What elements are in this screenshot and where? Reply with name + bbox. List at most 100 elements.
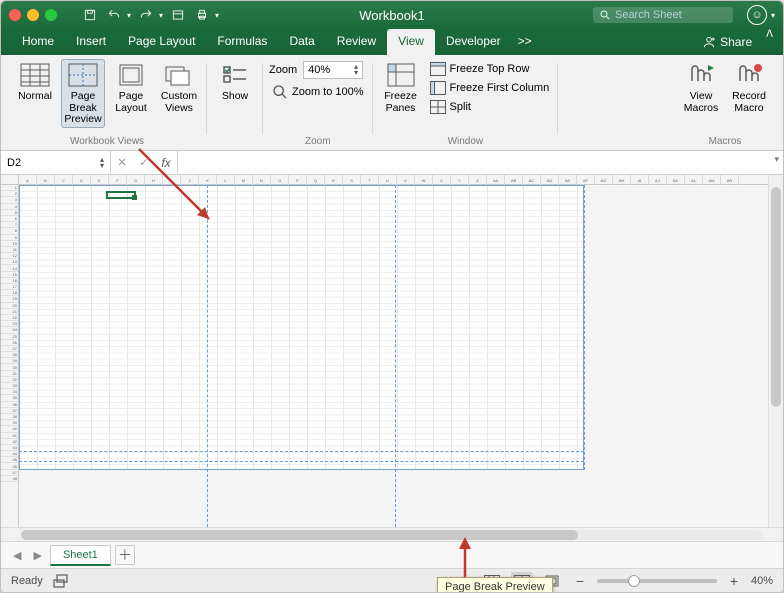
print-icon[interactable] xyxy=(193,6,211,24)
column-header[interactable]: AG xyxy=(595,175,613,185)
row-header[interactable]: 48 xyxy=(1,476,18,482)
column-header[interactable]: S xyxy=(343,175,361,185)
tab-insert[interactable]: Insert xyxy=(65,29,117,55)
zoom-100-button[interactable]: Zoom to 100% xyxy=(269,83,367,101)
column-header[interactable]: AC xyxy=(523,175,541,185)
column-header[interactable]: M xyxy=(235,175,253,185)
column-header[interactable]: AJ xyxy=(649,175,667,185)
worksheet-area[interactable]: ABCDEFGHIJKLMNOPQRSTUVWXYZAAABACADAEAFAG… xyxy=(1,175,783,541)
freeze-first-column-button[interactable]: Freeze First Column xyxy=(427,80,553,96)
tabs-overflow-button[interactable]: >> xyxy=(512,29,538,55)
close-window-button[interactable] xyxy=(9,9,21,21)
column-header[interactable]: C xyxy=(55,175,73,185)
freeze-panes-button[interactable]: Freeze Panes xyxy=(379,59,423,116)
column-header[interactable]: H xyxy=(145,175,163,185)
page-break-horizontal-2[interactable] xyxy=(19,461,584,462)
next-sheet-button[interactable]: ▶︎ xyxy=(29,549,45,562)
sheet-tab-sheet1[interactable]: Sheet1 xyxy=(50,545,111,566)
column-header[interactable]: G xyxy=(127,175,145,185)
save-icon[interactable] xyxy=(81,6,99,24)
column-header[interactable]: AN xyxy=(721,175,739,185)
column-header[interactable]: Q xyxy=(307,175,325,185)
redo-icon[interactable] xyxy=(137,6,155,24)
column-header[interactable]: K xyxy=(199,175,217,185)
insert-function-button[interactable]: fx xyxy=(155,156,177,170)
column-header[interactable]: U xyxy=(379,175,397,185)
column-header[interactable]: X xyxy=(433,175,451,185)
collapse-ribbon-button[interactable]: ᐱ xyxy=(766,29,773,55)
column-header[interactable]: E xyxy=(91,175,109,185)
row-headers[interactable]: 1234567891011121314151617181920212223242… xyxy=(1,185,19,527)
vertical-scrollbar-thumb[interactable] xyxy=(771,187,781,407)
column-header[interactable]: N xyxy=(253,175,271,185)
show-button[interactable]: Show xyxy=(213,59,257,105)
column-headers[interactable]: ABCDEFGHIJKLMNOPQRSTUVWXYZAAABACADAEAFAG… xyxy=(19,175,768,185)
column-header[interactable]: I xyxy=(163,175,181,185)
macro-record-status-icon[interactable] xyxy=(53,574,69,588)
zoom-input[interactable]: 40% ▴▾ xyxy=(303,61,363,79)
tab-review[interactable]: Review xyxy=(326,29,387,55)
zoom-out-button[interactable]: − xyxy=(571,573,589,589)
column-header[interactable]: L xyxy=(217,175,235,185)
minimize-window-button[interactable] xyxy=(27,9,39,21)
zoom-slider[interactable] xyxy=(597,579,717,583)
page-layout-button[interactable]: Page Layout xyxy=(109,59,153,116)
view-macros-button[interactable]: View Macros xyxy=(679,59,723,116)
column-header[interactable]: D xyxy=(73,175,91,185)
cell-grid[interactable] xyxy=(19,185,768,527)
column-header[interactable]: B xyxy=(37,175,55,185)
zoom-in-button[interactable]: + xyxy=(725,573,743,589)
name-box-dropdown-icon[interactable]: ▴▾ xyxy=(100,157,104,169)
column-header[interactable]: AB xyxy=(505,175,523,185)
column-header[interactable]: AF xyxy=(577,175,595,185)
add-sheet-button[interactable]: ＋ xyxy=(115,545,135,565)
tab-formulas[interactable]: Formulas xyxy=(206,29,278,55)
column-header[interactable]: R xyxy=(325,175,343,185)
formula-input[interactable] xyxy=(178,151,783,174)
split-button[interactable]: Split xyxy=(427,99,553,115)
column-header[interactable]: Y xyxy=(451,175,469,185)
search-input[interactable]: Search Sheet xyxy=(593,7,733,23)
column-header[interactable]: J xyxy=(181,175,199,185)
tab-view[interactable]: View xyxy=(387,29,435,55)
tab-page-layout[interactable]: Page Layout xyxy=(117,29,206,55)
undo-icon[interactable] xyxy=(105,6,123,24)
column-header[interactable]: P xyxy=(289,175,307,185)
normal-view-button[interactable]: Normal xyxy=(13,59,57,105)
zoom-window-button[interactable] xyxy=(45,9,57,21)
tab-home[interactable]: Home xyxy=(11,29,65,55)
column-header[interactable]: T xyxy=(361,175,379,185)
undo-dropdown-icon[interactable]: ▾ xyxy=(127,11,131,20)
vertical-scrollbar[interactable] xyxy=(768,175,783,527)
page-break-vertical-1[interactable] xyxy=(207,185,208,527)
active-cell[interactable] xyxy=(106,191,136,199)
tab-data[interactable]: Data xyxy=(278,29,325,55)
workbook-mode-icon[interactable] xyxy=(169,6,187,24)
user-dropdown-icon[interactable]: ▾ xyxy=(771,11,775,20)
page-break-vertical-3[interactable] xyxy=(584,185,585,470)
column-header[interactable]: AM xyxy=(703,175,721,185)
zoom-stepper-icon[interactable]: ▴▾ xyxy=(354,64,358,76)
qat-customize-icon[interactable]: ▾ xyxy=(215,11,219,20)
column-header[interactable]: F xyxy=(109,175,127,185)
share-button[interactable]: Share xyxy=(694,29,760,55)
page-break-vertical-2[interactable] xyxy=(395,185,396,527)
page-break-preview-button[interactable]: Page Break Preview xyxy=(61,59,105,128)
column-header[interactable]: AE xyxy=(559,175,577,185)
accept-formula-button[interactable]: ✓ xyxy=(133,156,155,169)
name-box[interactable]: D2 ▴▾ xyxy=(1,151,111,174)
record-macro-button[interactable]: Record Macro xyxy=(727,59,771,116)
horizontal-scrollbar-thumb[interactable] xyxy=(21,530,578,540)
prev-sheet-button[interactable]: ◀︎ xyxy=(9,549,25,562)
tab-developer[interactable]: Developer xyxy=(435,29,512,55)
column-header[interactable]: AD xyxy=(541,175,559,185)
select-all-corner[interactable] xyxy=(1,175,19,185)
freeze-top-row-button[interactable]: Freeze Top Row xyxy=(427,61,553,77)
column-header[interactable]: AK xyxy=(667,175,685,185)
cancel-formula-button[interactable]: ✕ xyxy=(111,156,133,169)
redo-dropdown-icon[interactable]: ▾ xyxy=(159,11,163,20)
column-header[interactable]: O xyxy=(271,175,289,185)
user-account-icon[interactable]: ☺︎ xyxy=(747,5,767,25)
column-header[interactable]: W xyxy=(415,175,433,185)
column-header[interactable]: AA xyxy=(487,175,505,185)
